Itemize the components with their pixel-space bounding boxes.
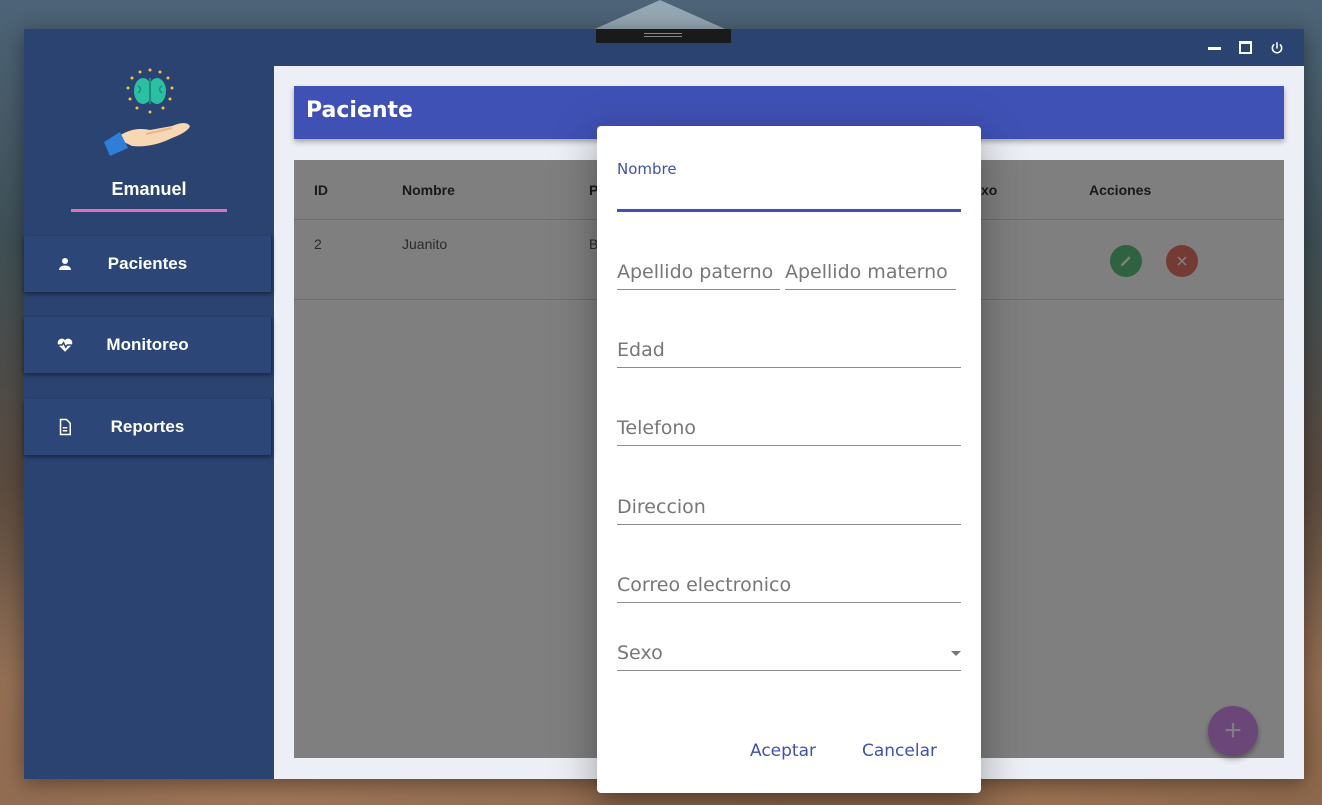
edad-label: Edad bbox=[617, 339, 665, 361]
sidebar-item-reportes[interactable]: Reportes bbox=[24, 399, 272, 455]
user-underline bbox=[71, 209, 227, 212]
drag-handle[interactable] bbox=[596, 29, 731, 43]
telefono-field[interactable]: Telefono bbox=[617, 402, 961, 446]
cancel-button[interactable]: Cancelar bbox=[862, 741, 937, 761]
apellido-materno-field[interactable]: Apellido materno bbox=[785, 246, 956, 290]
correo-field[interactable]: Correo electronico bbox=[617, 559, 961, 603]
person-icon bbox=[59, 258, 71, 270]
apellido-materno-label: Apellido materno bbox=[785, 261, 948, 283]
sidebar: Emanuel Pacientes Monitoreo Reportes bbox=[24, 66, 274, 779]
apellido-paterno-field[interactable]: Apellido paterno bbox=[617, 246, 780, 290]
direccion-field[interactable]: Direccion bbox=[617, 480, 961, 525]
sexo-label: Sexo bbox=[617, 642, 663, 664]
page-title: Paciente bbox=[306, 98, 413, 123]
nombre-label: Nombre bbox=[617, 160, 677, 178]
heartbeat-icon bbox=[57, 338, 73, 352]
maximize-icon[interactable] bbox=[1236, 38, 1255, 57]
accept-button[interactable]: Aceptar bbox=[750, 741, 816, 761]
power-icon[interactable] bbox=[1267, 38, 1286, 57]
direccion-label: Direccion bbox=[617, 496, 706, 518]
dropdown-arrow-icon bbox=[951, 651, 961, 656]
sexo-select[interactable]: Sexo bbox=[617, 626, 961, 671]
user-name: Emanuel bbox=[111, 179, 187, 199]
brain-hand-logo bbox=[104, 68, 190, 156]
telefono-label: Telefono bbox=[617, 417, 697, 439]
minimize-icon[interactable] bbox=[1205, 38, 1224, 57]
nombre-field[interactable]: Nombre bbox=[617, 160, 961, 212]
document-icon bbox=[59, 418, 71, 436]
title-bar[interactable] bbox=[24, 29, 1304, 66]
edad-field[interactable]: Edad bbox=[617, 324, 961, 368]
patient-dialog: Nombre Apellido paterno Apellido materno… bbox=[597, 126, 981, 793]
correo-label: Correo electronico bbox=[617, 574, 792, 596]
apellido-paterno-label: Apellido paterno bbox=[617, 261, 774, 283]
sidebar-item-pacientes[interactable]: Pacientes bbox=[24, 236, 272, 292]
sidebar-item-monitoreo[interactable]: Monitoreo bbox=[24, 317, 272, 373]
